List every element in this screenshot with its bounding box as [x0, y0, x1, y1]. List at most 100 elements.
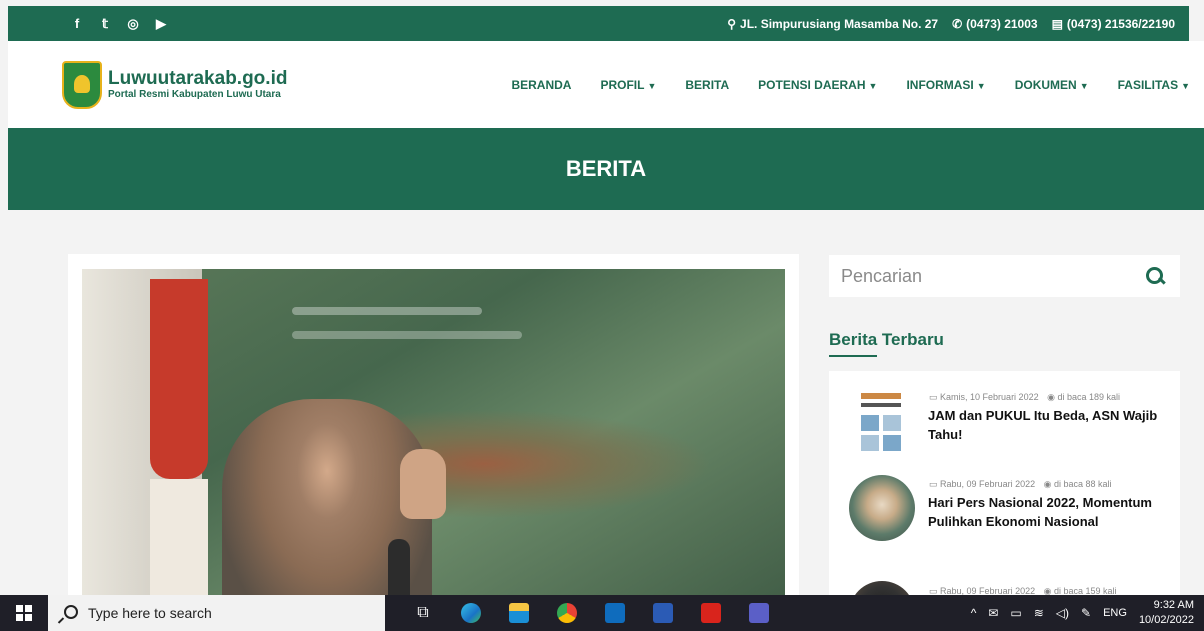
- calendar-icon: ▭: [929, 392, 938, 402]
- main-navbar: Luwuutarakab.go.id Portal Resmi Kabupate…: [8, 41, 1204, 128]
- chrome-button[interactable]: [543, 595, 591, 631]
- language-indicator[interactable]: ENG: [1103, 607, 1127, 619]
- nav-item-dokumen[interactable]: DOKUMEN ▼: [1015, 78, 1089, 92]
- search-icon: [60, 605, 78, 621]
- youtube-icon[interactable]: ▶: [154, 16, 168, 32]
- latest-news-heading: Berita Terbaru: [829, 330, 944, 349]
- heading-underline: [829, 355, 877, 357]
- address-text: JL. Simpurusiang Masamba No. 27: [740, 16, 939, 31]
- search-icon[interactable]: [1146, 267, 1164, 285]
- mail-icon[interactable]: ✉: [988, 606, 998, 620]
- logo-title: Luwuutarakab.go.id: [108, 68, 288, 89]
- edge-button[interactable]: [447, 595, 495, 631]
- facebook-icon[interactable]: f: [70, 16, 84, 31]
- file-explorer-button[interactable]: [495, 595, 543, 631]
- thumb-part: [861, 435, 879, 451]
- thumb-part: [883, 415, 901, 431]
- news-meta: ▭ Rabu, 09 Februari 2022 ◉ di baca 88 ka…: [929, 479, 1112, 490]
- news-meta: ▭ Kamis, 10 Februari 2022 ◉ di baca 189 …: [929, 392, 1120, 403]
- fax: ▤ (0473) 21536/22190: [1052, 17, 1175, 31]
- social-links: f 𝕥 ◎ ▶: [70, 16, 168, 32]
- battery-icon[interactable]: ▭: [1010, 606, 1021, 620]
- taskbar-search[interactable]: Type here to search: [48, 595, 385, 631]
- contact-info: ⚲ JL. Simpurusiang Masamba No. 27 ✆ (0473)…: [727, 17, 1175, 31]
- news-views: di baca 88 kali: [1053, 479, 1112, 489]
- pen-icon[interactable]: ✎: [1081, 606, 1091, 620]
- top-bar: f 𝕥 ◎ ▶ ⚲ JL. Simpurusiang Masamba No. 27…: [8, 6, 1189, 41]
- logo-subtitle: Portal Resmi Kabupaten Luwu Utara: [108, 89, 281, 100]
- outlook-icon: [605, 603, 625, 623]
- volume-icon[interactable]: ◁): [1056, 606, 1069, 620]
- news-thumbnail[interactable]: [849, 389, 915, 455]
- nav-item-beranda[interactable]: BERANDA: [511, 78, 571, 92]
- start-button[interactable]: [0, 595, 48, 631]
- acrobat-button[interactable]: [687, 595, 735, 631]
- page-banner: BERITA: [8, 128, 1204, 210]
- phone: ✆ (0473) 21003: [952, 17, 1037, 31]
- nav-label: BERITA: [685, 77, 730, 92]
- eye-icon: ◉: [1043, 479, 1052, 489]
- thumb-part: [861, 393, 901, 399]
- nav-label: DOKUMEN: [1014, 77, 1077, 92]
- nav-item-berita[interactable]: BERITA: [685, 78, 729, 92]
- news-title[interactable]: Hari Pers Nasional 2022, Momentum Pulihk…: [928, 493, 1163, 531]
- sidebar-search: [829, 255, 1180, 297]
- news-title[interactable]: JAM dan PUKUL Itu Beda, ASN Wajib Tahu!: [928, 406, 1163, 444]
- nav-item-fasilitas[interactable]: FASILITAS ▼: [1118, 78, 1190, 92]
- logo-text: Luwuutarakab.go.id Portal Resmi Kabupate…: [108, 68, 288, 101]
- calendar-icon: ▭: [929, 479, 938, 489]
- photo-backdrop-text: [292, 307, 482, 315]
- article-photo[interactable]: [82, 269, 785, 629]
- edge-icon: [461, 603, 481, 623]
- folder-icon: [509, 603, 529, 623]
- word-icon: [653, 603, 673, 623]
- caret-down-icon: ▼: [647, 80, 657, 91]
- nav-label: FASILITAS: [1117, 77, 1179, 92]
- nav-menu: BERANDA PROFIL ▼ BERITA POTENSI DAERAH ▼ I…: [482, 78, 1190, 92]
- caret-down-icon: ▼: [1181, 80, 1190, 91]
- taskbar-search-placeholder: Type here to search: [88, 605, 212, 621]
- chevron-up-icon[interactable]: ^: [971, 606, 977, 620]
- nav-label: POTENSI DAERAH: [758, 77, 866, 92]
- caret-down-icon: ▼: [976, 80, 986, 91]
- address: ⚲ JL. Simpurusiang Masamba No. 27: [727, 17, 938, 31]
- teams-icon: [749, 603, 769, 623]
- nav-label: BERANDA: [511, 77, 572, 92]
- nav-item-potensi-daerah[interactable]: POTENSI DAERAH ▼: [758, 78, 877, 92]
- fax-icon: ▤: [1051, 16, 1063, 31]
- photo-backdrop-text: [292, 331, 522, 339]
- task-view-button[interactable]: ⧉: [399, 595, 447, 631]
- taskbar-apps: ⧉: [399, 595, 783, 631]
- photo-hand: [400, 449, 446, 519]
- acrobat-icon: [701, 603, 721, 623]
- instagram-icon[interactable]: ◎: [126, 16, 140, 32]
- wifi-icon[interactable]: ≋: [1034, 606, 1044, 620]
- task-view-icon: ⧉: [417, 604, 429, 621]
- nav-item-profil[interactable]: PROFIL ▼: [600, 78, 656, 92]
- caret-down-icon: ▼: [1079, 80, 1089, 91]
- nav-item-informasi[interactable]: INFORMASI ▼: [906, 78, 985, 92]
- map-marker-icon: ⚲: [727, 16, 737, 31]
- nav-label: PROFIL: [600, 77, 645, 92]
- chrome-icon: [557, 603, 577, 623]
- phone-icon: ✆: [952, 16, 963, 31]
- page-title: BERITA: [565, 156, 647, 181]
- emblem-icon: [62, 60, 102, 109]
- search-input[interactable]: [829, 265, 1129, 287]
- word-button[interactable]: [639, 595, 687, 631]
- site-logo[interactable]: Luwuutarakab.go.id Portal Resmi Kabupate…: [62, 60, 288, 109]
- twitter-icon[interactable]: 𝕥: [98, 16, 112, 32]
- thumb-part: [861, 403, 901, 407]
- news-date: Rabu, 09 Februari 2022: [940, 479, 1036, 489]
- system-tray: ^ ✉ ▭ ≋ ◁) ✎ ENG 9:32 AM 10/02/2022: [971, 598, 1194, 628]
- news-views: di baca 189 kali: [1057, 392, 1121, 402]
- teams-button[interactable]: [735, 595, 783, 631]
- clock-date: 10/02/2022: [1138, 614, 1194, 626]
- browser-page: f 𝕥 ◎ ▶ ⚲ JL. Simpurusiang Masamba No. 27…: [0, 0, 1204, 631]
- caret-down-icon: ▼: [868, 80, 878, 91]
- news-thumbnail[interactable]: [849, 475, 915, 541]
- outlook-button[interactable]: [591, 595, 639, 631]
- article-card: [68, 254, 799, 631]
- photo-flag: [150, 279, 208, 479]
- clock[interactable]: 9:32 AM 10/02/2022: [1139, 598, 1194, 628]
